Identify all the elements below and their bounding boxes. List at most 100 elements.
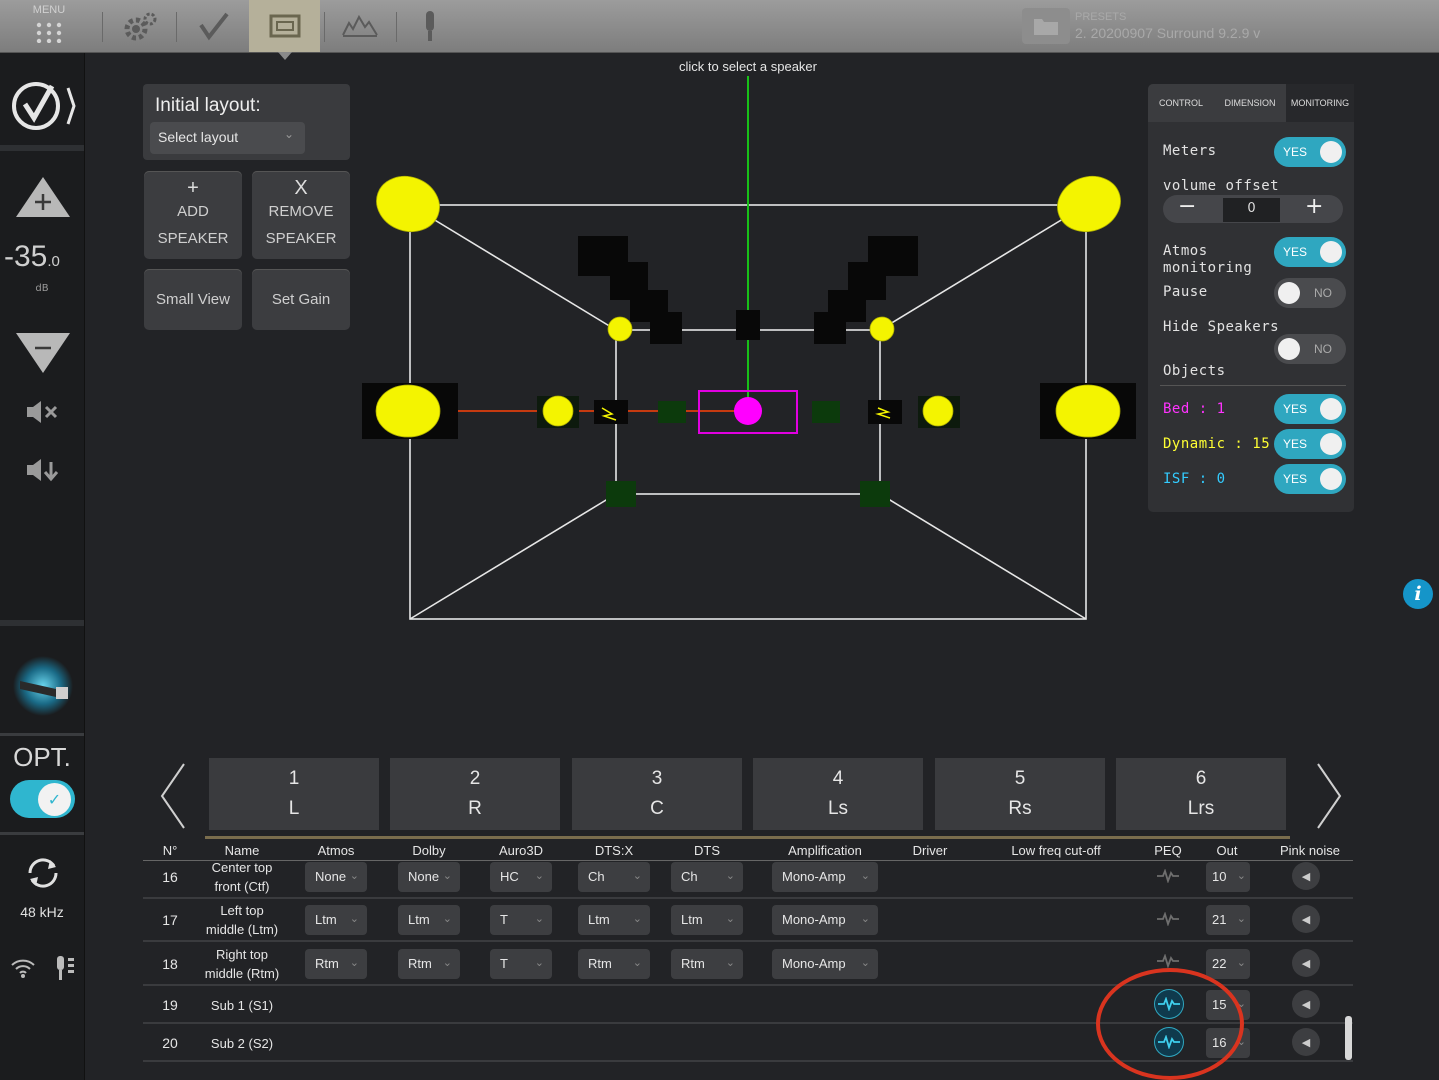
dolby-dropdown[interactable]: Rtm ⌄ — [398, 949, 460, 979]
speaker-tab[interactable]: 2R — [390, 758, 560, 830]
atmos-dropdown[interactable]: Rtm ⌄ — [305, 949, 367, 979]
set-gain-button[interactable]: Set Gain — [252, 269, 350, 330]
atmos-dropdown[interactable]: None ⌄ — [305, 862, 367, 892]
amplification-dropdown[interactable]: Mono-Amp ⌄ — [772, 905, 878, 935]
wifi-icon — [10, 956, 36, 980]
pink-noise-button[interactable]: ◀ — [1292, 1028, 1320, 1056]
chevron-down-icon: ⌄ — [534, 956, 544, 969]
waveform-icon — [1157, 954, 1179, 968]
volume-up-button[interactable] — [12, 174, 74, 220]
mic-input-icon — [54, 954, 78, 982]
hide-speakers-toggle[interactable]: NO — [1274, 334, 1346, 364]
pause-toggle[interactable]: NO — [1274, 278, 1346, 308]
table-scrollbar[interactable] — [1345, 1016, 1352, 1060]
chevron-down-icon: ⌄ — [725, 912, 735, 925]
auro3d-dropdown[interactable]: T ⌄ — [490, 905, 552, 935]
speaker-tab[interactable]: 6 Lrs — [1116, 758, 1286, 830]
pink-noise-button[interactable]: ◀ — [1292, 990, 1320, 1018]
presets-label: PRESETS — [1075, 11, 1127, 23]
row-name-line1: Left top — [220, 903, 264, 918]
dynamic-objects-toggle[interactable]: YES — [1274, 429, 1346, 459]
tab-dimension[interactable]: DIMENSION — [1214, 84, 1286, 122]
pink-noise-button[interactable]: ◀ — [1292, 862, 1320, 890]
amplification-dropdown[interactable]: Mono-Amp ⌄ — [772, 949, 878, 979]
speaker-left-inner — [542, 395, 574, 427]
sync-button[interactable] — [22, 852, 64, 894]
peq-button[interactable] — [1154, 905, 1182, 933]
out-dropdown[interactable]: 22 ⌄ — [1206, 949, 1250, 979]
row-name-line1: Right top — [215, 947, 269, 962]
left-object-box — [594, 400, 628, 424]
peq-button[interactable] — [1154, 862, 1182, 890]
presets-button[interactable] — [1022, 8, 1070, 44]
speaker-3d-view[interactable] — [360, 60, 1140, 640]
auro3d-dropdown[interactable]: HC ⌄ — [490, 862, 552, 892]
tab-control[interactable]: CONTROL — [1150, 84, 1212, 122]
dolby-dropdown[interactable]: None ⌄ — [398, 862, 460, 892]
speaker-tab[interactable]: 1L — [209, 758, 379, 830]
validate-button[interactable] — [182, 0, 246, 52]
mute-button[interactable] — [24, 398, 62, 426]
remove-speaker-button[interactable]: X REMOVE SPEAKER — [252, 171, 350, 259]
speaker-tabs-prev-button[interactable] — [156, 760, 190, 843]
info-icon[interactable]: i — [1403, 579, 1433, 609]
auro3d-dropdown[interactable]: T ⌄ — [490, 949, 552, 979]
volume-value-decimal: .0 — [47, 253, 60, 270]
toggle-knob — [1320, 398, 1342, 420]
meters-toggle[interactable]: YES — [1274, 137, 1346, 167]
chevron-down-icon: ⌄ — [1236, 956, 1246, 969]
dropdown-value: Ltm — [315, 912, 337, 927]
dim-button[interactable] — [24, 456, 62, 484]
dts-dropdown[interactable]: Ltm ⌄ — [671, 905, 743, 935]
speaker-tab[interactable]: 4 Ls — [753, 758, 923, 830]
row-name-line2: middle (Rtm) — [204, 966, 280, 981]
speaker-layout-icon — [269, 14, 300, 38]
row-divider — [143, 940, 1353, 942]
chevron-down-icon: ⌄ — [349, 912, 359, 925]
set-gain-label: Set Gain — [271, 291, 331, 308]
opt-toggle-knob[interactable]: ✓ — [38, 783, 71, 816]
microphone-button[interactable] — [402, 0, 458, 52]
volume-down-button[interactable] — [12, 330, 74, 376]
amplification-dropdown[interactable]: Mono-Amp ⌄ — [772, 862, 878, 892]
right-top-speaker-shape — [814, 236, 918, 344]
speaker-tab[interactable]: 3C — [572, 758, 742, 830]
microphone-icon — [426, 11, 434, 41]
settings-button[interactable] — [108, 0, 172, 52]
eq-button[interactable] — [328, 0, 392, 52]
dropdown-value: Rtm — [408, 956, 432, 971]
dtsx-dropdown[interactable]: Ch ⌄ — [578, 862, 650, 892]
isf-objects-toggle[interactable]: YES — [1274, 464, 1346, 494]
speaker-tabs-next-button[interactable] — [1312, 760, 1346, 843]
pink-noise-button[interactable]: ◀ — [1292, 905, 1320, 933]
dtsx-dropdown[interactable]: Rtm ⌄ — [578, 949, 650, 979]
atmos-dropdown[interactable]: Ltm ⌄ — [305, 905, 367, 935]
speaker-tab-code: Rs — [1008, 798, 1032, 819]
tab-monitoring[interactable]: MONITORING — [1286, 84, 1354, 122]
dtsx-dropdown[interactable]: Ltm ⌄ — [578, 905, 650, 935]
menu-button[interactable] — [20, 12, 78, 52]
bed-objects-toggle[interactable]: YES — [1274, 394, 1346, 424]
speaker-layout-button[interactable] — [249, 0, 320, 52]
atmos-monitoring-toggle[interactable]: YES — [1274, 237, 1346, 267]
chevron-down-icon: ⌄ — [1236, 912, 1246, 925]
layout-select-value: Select layout — [158, 129, 239, 145]
small-view-button[interactable]: Small View — [144, 269, 242, 330]
toolbar-divider — [176, 12, 177, 42]
dts-dropdown[interactable]: Rtm ⌄ — [671, 949, 743, 979]
volume-offset-plus-button[interactable]: + — [1305, 194, 1323, 219]
pink-noise-button[interactable]: ◀ — [1292, 949, 1320, 977]
add-speaker-line1: ADD — [177, 202, 209, 220]
out-dropdown[interactable]: 10 ⌄ — [1206, 862, 1250, 892]
add-speaker-button[interactable]: + ADD SPEAKER — [144, 171, 242, 259]
bed-toggle-text: YES — [1283, 402, 1308, 416]
dts-dropdown[interactable]: Ch ⌄ — [671, 862, 743, 892]
out-dropdown[interactable]: 21 ⌄ — [1206, 905, 1250, 935]
speaker-tab[interactable]: 5 Rs — [935, 758, 1105, 830]
input-source-button[interactable] — [12, 655, 74, 717]
presets-value[interactable]: 2. 20200907 Surround 9.2.9 v — [1075, 25, 1260, 41]
dolby-dropdown[interactable]: Ltm ⌄ — [398, 905, 460, 935]
chevron-down-icon: ⌄ — [632, 869, 642, 882]
volume-offset-minus-button[interactable]: − — [1178, 194, 1196, 219]
annotation-highlight-circle — [1096, 968, 1244, 1080]
